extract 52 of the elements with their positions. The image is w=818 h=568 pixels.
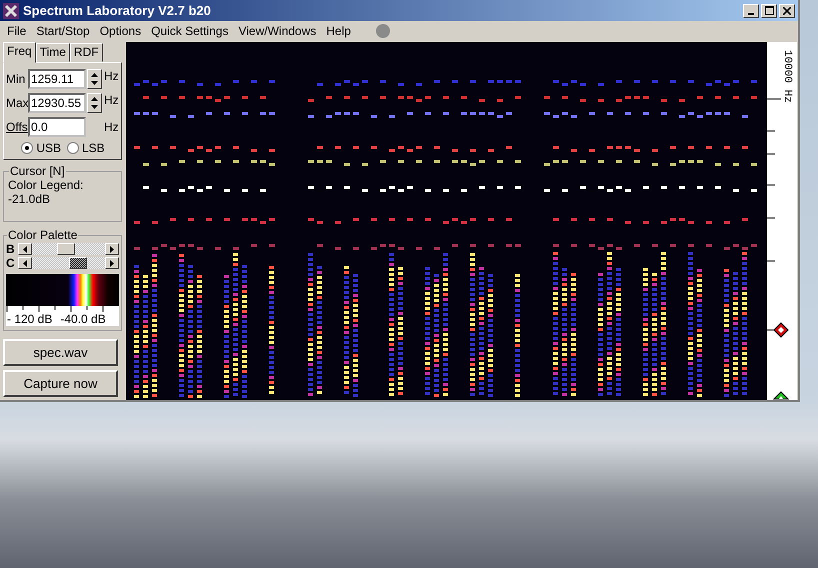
scroll-slider[interactable] [18,243,119,255]
maximize-button[interactable] [761,4,777,18]
right-arrow-button[interactable] [105,257,119,269]
unit-label: Hz [104,120,119,134]
group-title: Color Palette [7,228,78,242]
field-label: Min [6,72,26,86]
field-label: Max [6,96,27,110]
tab[interactable]: RDF [70,43,103,62]
slider-label: C [6,256,14,270]
slider-thumb[interactable] [69,257,88,269]
status-indicator-icon [376,24,390,38]
app-icon [3,2,19,18]
push-button[interactable]: spec.wav [3,339,118,366]
close-icon [783,6,791,14]
push-button[interactable]: Capture now [3,370,118,397]
cursor-text: -21.0dB [8,192,52,206]
menu-item[interactable]: Help [321,24,356,38]
maximize-icon [764,6,774,15]
cursor-text: Color Legend: [8,178,84,192]
slider-thumb[interactable] [56,243,75,255]
slider-label: B [6,242,14,256]
input-field[interactable]: 12930.55 [28,93,86,113]
left-arrow-button[interactable] [18,243,32,255]
axis-label: 10000 Hz [781,50,793,103]
radio-button[interactable]: LSB [67,141,105,155]
diamond-marker-icon[interactable] [773,391,789,400]
menu-item[interactable]: Start/Stop [31,24,95,38]
right-arrow-button[interactable] [105,243,119,255]
scale-label: -40.0 dB [60,312,106,326]
menu-item[interactable]: Quick Settings [146,24,234,38]
scroll-slider[interactable] [18,257,119,269]
minimize-icon [748,12,754,14]
scale-label: - 120 dB [7,312,52,326]
diamond-marker-icon[interactable] [773,322,789,338]
unit-label: Hz [104,93,119,107]
left-arrow-button[interactable] [18,257,32,269]
spin-button[interactable] [87,69,102,89]
menu-item[interactable]: View/Windows [233,24,322,38]
menu-item[interactable]: Options [94,24,146,38]
radio-button[interactable]: USB [21,141,61,155]
group-title: Cursor [N] [9,164,66,178]
minimize-button[interactable] [743,4,759,18]
spin-button[interactable] [87,93,102,113]
field-label: Offs [6,120,27,134]
input-field[interactable]: 0.0 [28,117,86,137]
tab[interactable]: Freq [3,42,36,63]
window-title: Spectrum Laboratory V2.7 b20 [23,3,212,18]
menu-item[interactable]: File [2,24,32,38]
close-button[interactable] [779,4,795,18]
unit-label: Hz [104,69,119,83]
input-field[interactable]: 1259.11 [28,69,86,89]
tab[interactable]: Time [36,43,70,62]
